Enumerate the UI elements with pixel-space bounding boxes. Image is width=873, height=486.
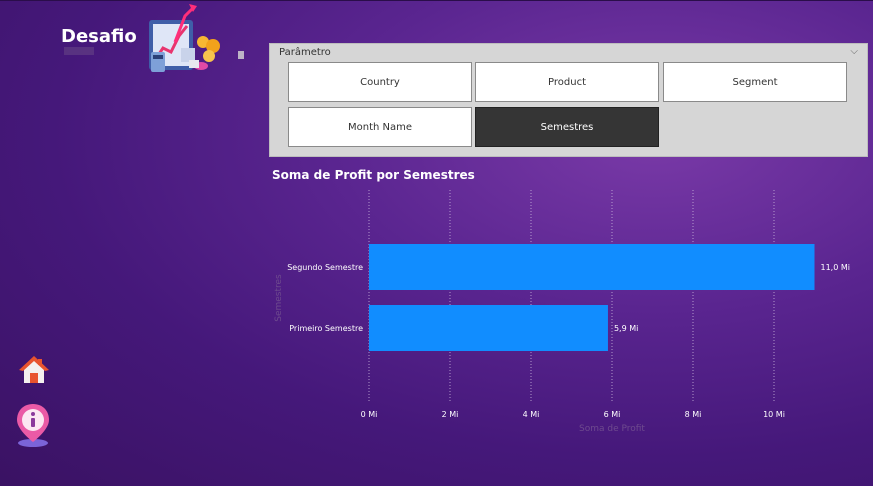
chart-tick-label: 6 Mi bbox=[604, 410, 621, 419]
chart-category-label: Segundo Semestre bbox=[287, 263, 363, 272]
chart-bar bbox=[369, 305, 608, 351]
chart-tick-label: 4 Mi bbox=[523, 410, 540, 419]
chart-tick-label: 2 Mi bbox=[442, 410, 459, 419]
home-icon[interactable] bbox=[18, 354, 50, 386]
chart-y-axis-title: Semestres bbox=[274, 274, 284, 322]
chart-tick-label: 10 Mi bbox=[763, 410, 785, 419]
chart-category-label: Primeiro Semestre bbox=[289, 324, 363, 333]
chart-tick-label: 0 Mi bbox=[361, 410, 378, 419]
chart-bar bbox=[369, 244, 815, 290]
chart-data-label: 5,9 Mi bbox=[614, 324, 638, 333]
info-location-icon[interactable] bbox=[14, 402, 52, 448]
chart-data-label: 11,0 Mi bbox=[821, 263, 850, 272]
profit-bar-chart: 11,0 Mi Segundo Semestre 5,9 Mi Primeiro Se… bbox=[274, 190, 850, 434]
chart-x-axis-title: Soma de Profit bbox=[579, 424, 645, 434]
chart-tick-label: 8 Mi bbox=[685, 410, 702, 419]
